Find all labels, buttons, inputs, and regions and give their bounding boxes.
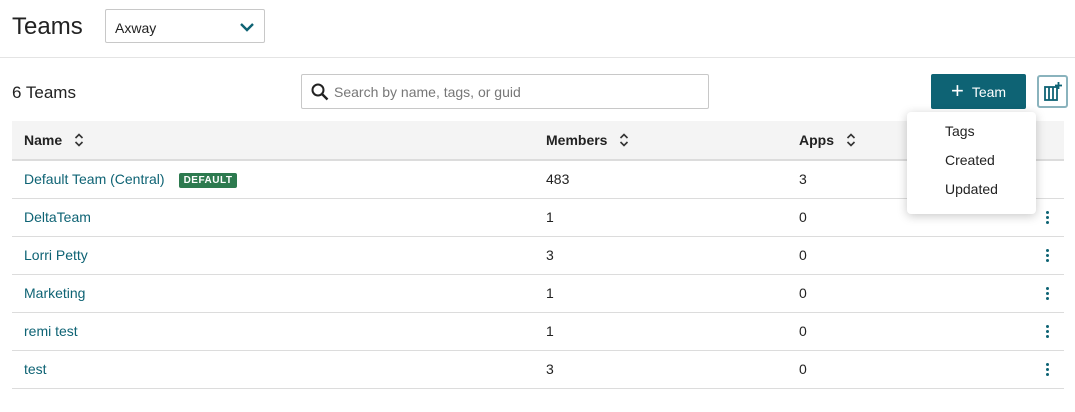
kebab-menu-icon[interactable] xyxy=(1046,248,1050,263)
team-name-link[interactable]: test xyxy=(24,361,47,377)
plus-icon: + xyxy=(950,77,964,103)
column-header-label: Name xyxy=(24,131,63,148)
team-name-link[interactable]: Marketing xyxy=(24,285,85,301)
table-row: Marketing 1 0 xyxy=(12,274,1064,313)
sort-icon[interactable] xyxy=(846,132,856,148)
members-cell: 1 xyxy=(546,312,799,351)
columns-button[interactable] xyxy=(1037,75,1068,108)
team-name-link[interactable]: Lorri Petty xyxy=(24,247,88,263)
search-icon xyxy=(311,83,329,101)
members-cell: 3 xyxy=(546,236,799,275)
members-cell: 3 xyxy=(546,350,799,389)
search-input[interactable] xyxy=(334,76,702,107)
teams-count: 6 Teams xyxy=(12,83,76,102)
apps-cell: 0 xyxy=(799,312,1014,351)
add-column-icon xyxy=(1044,82,1062,101)
add-team-label: Team xyxy=(971,83,1007,100)
kebab-menu-icon[interactable] xyxy=(1046,286,1050,301)
column-header-label: Apps xyxy=(799,131,834,148)
members-cell: 483 xyxy=(546,160,799,199)
team-name-link[interactable]: Default Team (Central) xyxy=(24,171,165,187)
menu-item-created[interactable]: Created xyxy=(907,152,1036,181)
menu-item-updated[interactable]: Updated xyxy=(907,181,1036,210)
kebab-menu-icon[interactable] xyxy=(1046,362,1050,377)
sort-icon[interactable] xyxy=(74,132,84,148)
team-name-link[interactable]: DeltaTeam xyxy=(24,209,91,225)
apps-cell: 0 xyxy=(799,236,1014,275)
kebab-menu-icon[interactable] xyxy=(1046,324,1050,339)
columns-menu: Tags Created Updated xyxy=(907,112,1036,214)
kebab-menu-icon[interactable] xyxy=(1046,210,1050,225)
default-badge: DEFAULT xyxy=(178,172,238,188)
team-name-link[interactable]: remi test xyxy=(24,323,78,339)
column-header-members[interactable]: Members xyxy=(546,121,799,161)
column-header-label: Members xyxy=(546,131,608,148)
menu-item-tags[interactable]: Tags xyxy=(907,123,1036,152)
org-select-value: Axway xyxy=(115,20,157,36)
chevron-down-icon xyxy=(240,23,254,32)
add-team-button[interactable]: + Team xyxy=(931,74,1026,109)
search-box xyxy=(301,74,709,109)
table-row: remi test 1 0 xyxy=(12,312,1064,351)
members-cell: 1 xyxy=(546,274,799,313)
column-header-name[interactable]: Name xyxy=(12,121,546,161)
page-header: Teams Axway xyxy=(0,0,1075,58)
org-select[interactable]: Axway xyxy=(105,9,265,43)
page-title: Teams xyxy=(12,13,83,40)
apps-cell: 0 xyxy=(799,274,1014,313)
sort-icon[interactable] xyxy=(619,132,629,148)
apps-cell: 0 xyxy=(799,350,1014,389)
table-row: test 3 0 xyxy=(12,350,1064,389)
members-cell: 1 xyxy=(546,198,799,237)
table-row: Lorri Petty 3 0 xyxy=(12,236,1064,275)
